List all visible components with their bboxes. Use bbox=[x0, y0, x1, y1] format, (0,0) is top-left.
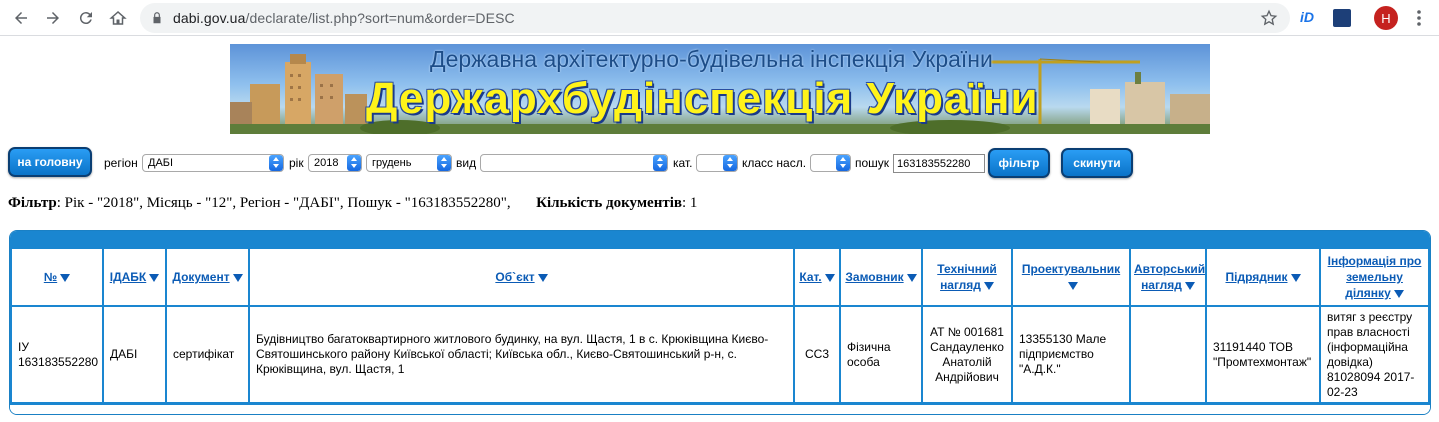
reload-icon[interactable] bbox=[73, 5, 99, 31]
document-count-value: : 1 bbox=[681, 195, 698, 211]
table-header-row: № ІДАБК Документ Об`єкт Кат. Замовник Те… bbox=[12, 249, 1428, 305]
filter-summary: Фільтр: Рік - "2018", Місяць - "12", Рег… bbox=[8, 195, 697, 212]
column-header-designer[interactable]: Проектувальник bbox=[1013, 249, 1129, 305]
sort-desc-icon bbox=[1290, 273, 1301, 282]
consequence-class-label: класс насл. bbox=[742, 156, 807, 170]
chevron-down-icon bbox=[347, 155, 361, 171]
cell-contractor: 31191440 ТОВ "Промтехмонтаж" bbox=[1207, 307, 1319, 402]
site-banner: Державна архітектурно-будівельна інспекц… bbox=[230, 44, 1210, 134]
cell-object: Будівництво багатоквартирного житлового … bbox=[250, 307, 793, 402]
url-text: dabi.gov.ua/declarate/list.php?sort=num&… bbox=[173, 10, 515, 26]
chevron-down-icon bbox=[723, 155, 737, 171]
cell-designer: 13355130 Мале підприємство "А.Д.К." bbox=[1013, 307, 1129, 402]
cell-document: сертифікат bbox=[167, 307, 248, 402]
filter-summary-text: : Рік - "2018", Місяць - "12", Регіон - … bbox=[56, 195, 511, 211]
chevron-down-icon bbox=[653, 155, 667, 171]
column-header-document[interactable]: Документ bbox=[167, 249, 248, 305]
filter-button[interactable]: фільтр bbox=[988, 148, 1050, 178]
sort-desc-icon bbox=[983, 281, 994, 290]
region-label: регіон bbox=[104, 156, 138, 170]
type-label: вид bbox=[456, 156, 477, 170]
table-top-bar bbox=[10, 231, 1430, 247]
chevron-down-icon bbox=[836, 155, 850, 171]
month-select[interactable]: грудень bbox=[366, 154, 452, 172]
browser-toolbar: dabi.gov.ua/declarate/list.php?sort=num&… bbox=[0, 0, 1439, 36]
forward-icon[interactable] bbox=[40, 5, 66, 31]
column-header-object[interactable]: Об`єкт bbox=[250, 249, 793, 305]
column-header-category[interactable]: Кат. bbox=[795, 249, 839, 305]
banner-subtitle: Державна архітектурно-будівельна інспекц… bbox=[430, 46, 993, 72]
cell-num: ІУ 163183552280 bbox=[12, 307, 102, 402]
sort-desc-icon bbox=[149, 273, 160, 282]
home-icon[interactable] bbox=[105, 5, 131, 31]
chevron-down-icon bbox=[437, 155, 451, 171]
category-label: кат. bbox=[673, 156, 693, 170]
address-bar[interactable]: dabi.gov.ua/declarate/list.php?sort=num&… bbox=[140, 3, 1290, 33]
sort-desc-icon bbox=[232, 273, 243, 282]
id-extension-icon[interactable]: iD bbox=[1300, 9, 1322, 27]
column-header-idabk[interactable]: ІДАБК bbox=[104, 249, 165, 305]
column-header-contractor[interactable]: Підрядник bbox=[1207, 249, 1319, 305]
declarations-table: № ІДАБК Документ Об`єкт Кат. Замовник Те… bbox=[10, 247, 1430, 404]
cell-tech-supervision: АТ № 001681 Сандауленко Анатолій Андрійо… bbox=[923, 307, 1011, 402]
menu-dots-icon[interactable] bbox=[1412, 8, 1426, 28]
column-header-author-supervision[interactable]: Авторський нагляд bbox=[1131, 249, 1205, 305]
sort-desc-icon bbox=[1184, 281, 1195, 290]
consequence-class-select[interactable] bbox=[810, 154, 851, 172]
document-count-label: Кількість документів bbox=[536, 195, 682, 211]
column-header-land-info[interactable]: Інформація про земельну ділянку bbox=[1321, 249, 1428, 305]
sort-desc-icon bbox=[537, 273, 548, 282]
region-select[interactable]: ДАБІ bbox=[142, 154, 284, 172]
sort-desc-icon bbox=[1067, 281, 1078, 290]
column-header-tech-supervision[interactable]: Технічний нагляд bbox=[923, 249, 1011, 305]
cell-idabk: ДАБІ bbox=[104, 307, 165, 402]
lock-icon bbox=[153, 12, 161, 24]
sort-desc-icon bbox=[60, 273, 71, 282]
cell-customer: Фізична особа bbox=[841, 307, 921, 402]
category-select[interactable] bbox=[696, 154, 738, 172]
reset-button[interactable]: скинути bbox=[1061, 148, 1133, 178]
banner-title: Держархбудінспекція України bbox=[366, 74, 1039, 123]
year-select[interactable]: 2018 bbox=[308, 154, 362, 172]
search-label: пошук bbox=[855, 156, 890, 170]
year-label: рік bbox=[289, 156, 304, 170]
filter-summary-label: Фільтр bbox=[8, 195, 57, 211]
sort-desc-icon bbox=[906, 273, 917, 282]
column-header-customer[interactable]: Замовник bbox=[841, 249, 921, 305]
cell-category: СС3 bbox=[795, 307, 839, 402]
chevron-down-icon bbox=[269, 155, 283, 171]
sort-desc-icon bbox=[824, 273, 835, 282]
bookmark-star-icon[interactable] bbox=[1260, 9, 1278, 27]
cell-author-supervision bbox=[1131, 307, 1205, 402]
sort-desc-icon bbox=[1393, 289, 1404, 298]
table-bottom-bar bbox=[10, 404, 1430, 414]
extension-icon[interactable] bbox=[1333, 9, 1351, 27]
column-header-num[interactable]: № bbox=[12, 249, 102, 305]
type-select[interactable] bbox=[480, 154, 668, 172]
back-icon[interactable] bbox=[8, 5, 34, 31]
home-button[interactable]: на головну bbox=[8, 147, 92, 177]
declarations-table-container: № ІДАБК Документ Об`єкт Кат. Замовник Те… bbox=[9, 230, 1431, 415]
table-row: ІУ 163183552280 ДАБІ сертифікат Будівниц… bbox=[12, 307, 1428, 402]
search-input[interactable] bbox=[893, 154, 985, 173]
cell-land-info: витяг з реєстру прав власності (інформац… bbox=[1321, 307, 1428, 402]
avatar[interactable]: H bbox=[1374, 6, 1398, 30]
